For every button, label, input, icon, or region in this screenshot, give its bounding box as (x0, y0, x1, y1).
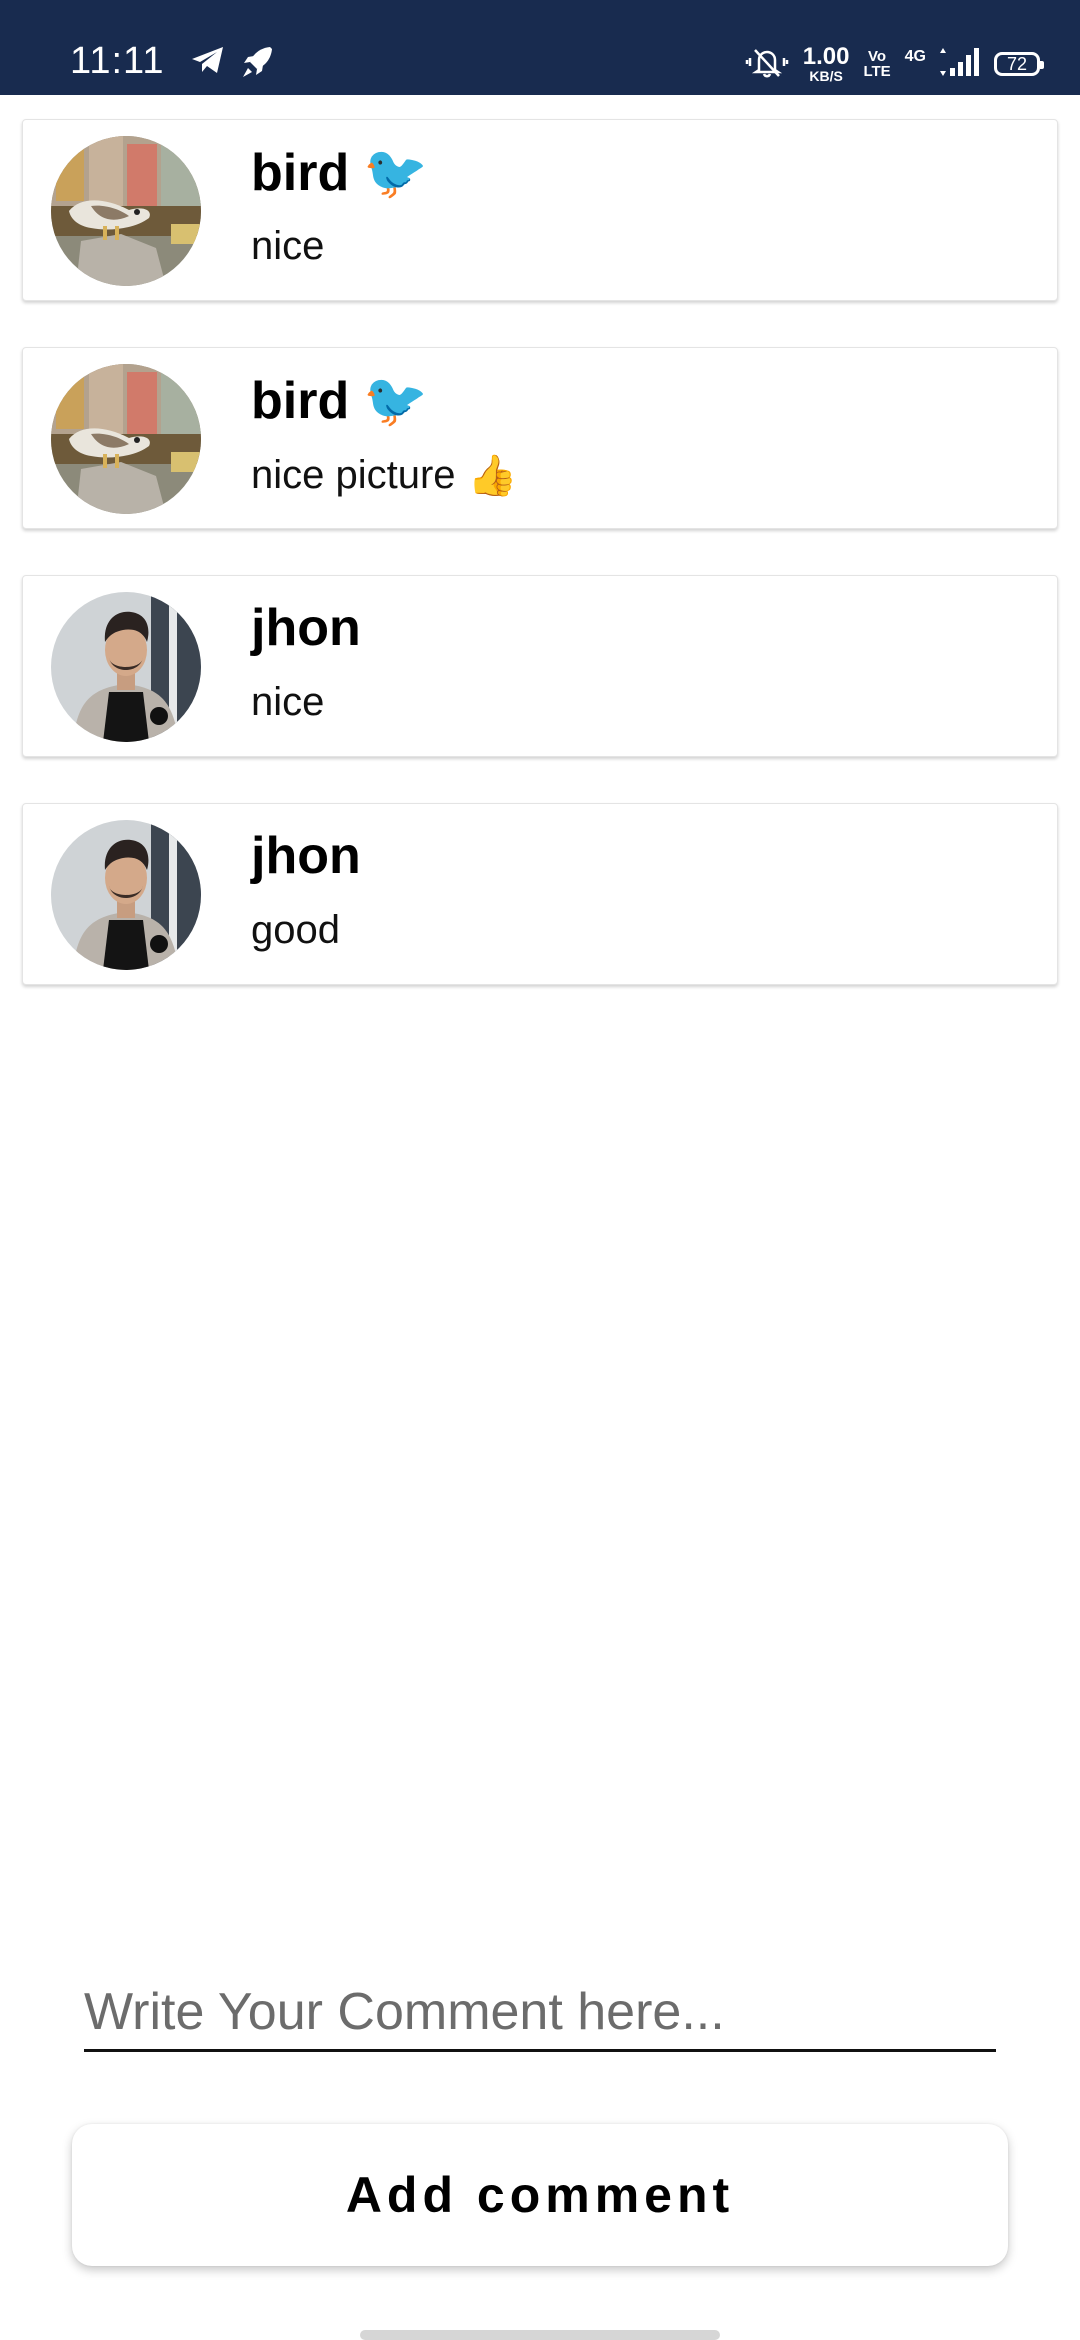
rocket-icon (240, 44, 276, 85)
network-type: 4G (904, 48, 926, 65)
comment-text-content: good (251, 908, 340, 952)
status-time: 11:11 (70, 40, 165, 82)
comment-author-name: jhon (251, 599, 361, 657)
volte-top: Vo (868, 48, 887, 65)
avatar (51, 136, 201, 286)
silent-bell-icon (745, 46, 789, 83)
home-indicator[interactable] (360, 2330, 720, 2340)
add-comment-button[interactable]: Add comment (72, 2124, 1008, 2266)
bird-emoji-icon: 🐦 (363, 372, 428, 430)
telegram-icon (190, 44, 226, 81)
comment-card: bird 🐦 nice (22, 119, 1058, 301)
comment-text: good (251, 908, 340, 953)
comment-author-name: bird (251, 143, 350, 202)
comment-author: jhon (251, 826, 361, 886)
volte-bottom: LTE (863, 63, 891, 80)
network-speed: 1.00 KB/S (802, 43, 850, 84)
comment-text-content: nice picture (251, 453, 456, 497)
network-speed-unit: KB/S (809, 68, 843, 84)
comment-author: jhon (251, 598, 361, 658)
comment-text-content: nice (251, 224, 325, 268)
comment-card: bird 🐦 nice picture 👍 (22, 347, 1058, 529)
man-photo-image (51, 820, 201, 970)
comment-text: nice (251, 224, 324, 269)
comment-author-name: bird (251, 371, 350, 430)
status-bar: 11:11 1.00 KB/S Vo LTE 4G 72 (0, 0, 1080, 95)
comment-text: nice picture 👍 (251, 452, 517, 499)
bird-emoji-icon: 🐦 (363, 144, 428, 202)
comment-text-content: nice (251, 680, 325, 724)
volte-indicator: Vo LTE (863, 49, 890, 79)
bird-photo-image (51, 136, 201, 286)
signal-icon (940, 46, 980, 83)
comment-author: bird 🐦 (251, 142, 428, 203)
bird-photo-image (51, 364, 201, 514)
comment-author: bird 🐦 (251, 370, 428, 431)
avatar (51, 364, 201, 514)
battery-indicator: 72 (994, 52, 1044, 76)
comment-card: jhon nice (22, 575, 1058, 757)
thumbs-up-emoji-icon: 👍 (467, 454, 518, 498)
comment-author-name: jhon (251, 827, 361, 885)
network-speed-value: 1.00 (802, 43, 850, 70)
avatar (51, 820, 201, 970)
comment-card: jhon good (22, 803, 1058, 985)
avatar (51, 592, 201, 742)
comment-input[interactable] (84, 1975, 996, 2052)
man-photo-image (51, 592, 201, 742)
comment-text: nice (251, 680, 324, 725)
status-indicators: 1.00 KB/S Vo LTE 4G 72 (745, 43, 1044, 84)
